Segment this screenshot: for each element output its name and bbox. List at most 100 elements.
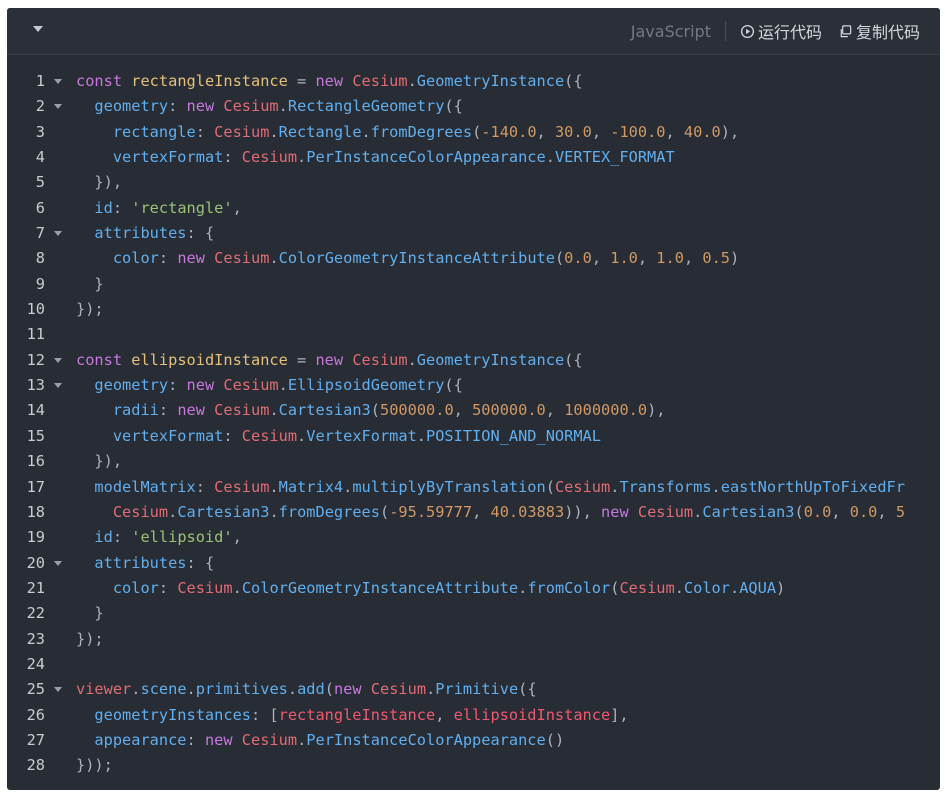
code-editor[interactable]: 1 const rectangleInstance = new Cesium.Ge… — [7, 55, 940, 779]
code-token: . — [343, 477, 353, 496]
code-token: scene — [140, 680, 187, 699]
code-token: Cesium — [223, 376, 279, 395]
code-token: } — [76, 274, 104, 293]
line-number: 27 — [26, 730, 45, 749]
line-number: 26 — [26, 705, 45, 724]
code-line: 11 — [7, 322, 940, 347]
code-line: 25 viewer.scene.primitives.add(new Cesium… — [7, 677, 940, 702]
code-token: , — [472, 502, 491, 521]
line-number: 11 — [26, 325, 45, 344]
code-token: Cesium — [241, 426, 298, 445]
code-token: color — [112, 249, 159, 268]
code-token: . — [426, 680, 436, 699]
code-token: : — [112, 198, 132, 217]
code-text: id: 'rectangle', — [76, 196, 241, 221]
code-token: , — [683, 249, 703, 268]
code-token: ColorGeometryInstanceAttribute — [278, 249, 555, 268]
fold-toggle-icon[interactable] — [54, 357, 62, 363]
code-token: 40.0 — [683, 122, 721, 141]
code-line: 22 } — [7, 601, 940, 626]
code-line: 19 id: 'ellipsoid', — [7, 525, 940, 550]
code-token: id — [94, 198, 113, 217]
code-token: POSITION_AND_NORMAL — [426, 426, 601, 445]
code-token: 1000000.0 — [564, 401, 648, 420]
code-token: }), — [76, 173, 123, 192]
fold-toggle-icon[interactable] — [54, 383, 62, 389]
code-token: . — [168, 502, 178, 521]
copy-icon — [840, 24, 852, 37]
code-token: new — [315, 350, 353, 369]
line-number: 7 — [35, 224, 45, 243]
line-number: 13 — [26, 376, 45, 395]
code-token: rectangleInstance — [278, 705, 436, 724]
line-number: 6 — [35, 198, 45, 217]
code-text: }); — [76, 627, 104, 652]
fold-toggle-icon[interactable] — [54, 104, 62, 110]
code-token: AQUA — [739, 578, 777, 597]
code-token: ( — [472, 122, 482, 141]
code-line: 7 attributes: { — [7, 221, 940, 246]
line-number: 20 — [26, 553, 45, 572]
code-token: Matrix4 — [278, 477, 344, 496]
code-token: new — [177, 401, 215, 420]
code-block: JavaScript 运行代码 复制代码 1 const rectangleIns… — [7, 8, 940, 790]
code-token: const — [76, 72, 132, 90]
toolbar-divider — [724, 21, 726, 41]
code-line: 13 geometry: new Cesium.EllipsoidGeometr… — [7, 373, 940, 398]
code-token: . — [269, 249, 279, 268]
copy-code-button[interactable]: 复制代码 — [838, 19, 920, 43]
code-text: geometry: new Cesium.EllipsoidGeometry({ — [76, 373, 462, 398]
code-line: 20 attributes: { — [7, 551, 940, 576]
code-token: id — [94, 528, 113, 547]
code-token: ({ — [444, 97, 463, 116]
line-number: 16 — [26, 452, 45, 471]
code-text: modelMatrix: Cesium.Matrix4.multiplyByTr… — [76, 475, 905, 500]
code-token: Cartesian3 — [702, 502, 795, 521]
code-token: : — [195, 477, 215, 496]
code-text: color: Cesium.ColorGeometryInstanceAttri… — [76, 576, 785, 601]
code-token: new — [186, 97, 224, 116]
code-token: ], — [610, 705, 629, 724]
code-token: vertexFormat — [112, 148, 224, 167]
code-token: . — [407, 350, 417, 369]
code-token: . — [186, 680, 196, 699]
code-token: ({ — [564, 350, 583, 369]
code-token: new — [186, 376, 224, 395]
fold-toggle-icon[interactable] — [54, 231, 62, 237]
code-token: } — [76, 604, 104, 623]
code-text: geometry: new Cesium.RectangleGeometry({ — [76, 94, 463, 119]
code-token: , — [453, 401, 473, 420]
code-token: Cesium — [637, 502, 694, 521]
code-token: : — [168, 376, 187, 395]
code-token: ellipsoidInstance — [131, 350, 288, 369]
code-token: ColorGeometryInstanceAttribute — [241, 578, 519, 597]
fold-toggle-icon[interactable] — [54, 79, 62, 84]
code-text: }); — [76, 297, 104, 322]
code-line: 24 — [7, 652, 940, 677]
line-number: 19 — [26, 528, 45, 547]
code-token: Cesium — [241, 730, 298, 749]
code-token: Cesium — [370, 680, 427, 699]
collapse-button[interactable] — [25, 18, 51, 44]
run-code-button[interactable]: 运行代码 — [740, 19, 822, 43]
code-token: 'rectangle' — [131, 198, 233, 217]
code-token: fromColor — [527, 578, 611, 597]
code-token: 0.0 — [564, 249, 592, 268]
code-token: : — [158, 401, 178, 420]
line-number: 10 — [26, 300, 45, 319]
fold-toggle-icon[interactable] — [54, 687, 62, 693]
code-token: , — [877, 502, 896, 521]
run-code-label: 运行代码 — [757, 23, 822, 42]
code-token: ( — [379, 502, 390, 521]
code-line: 18 Cesium.Cartesian3.fromDegrees(-95.597… — [7, 500, 940, 525]
fold-toggle-icon[interactable] — [54, 560, 62, 566]
code-token: , — [637, 249, 657, 268]
code-text: } — [76, 272, 104, 297]
line-number: 4 — [35, 148, 45, 167]
code-text: viewer.scene.primitives.add(new Cesium.P… — [76, 677, 537, 702]
